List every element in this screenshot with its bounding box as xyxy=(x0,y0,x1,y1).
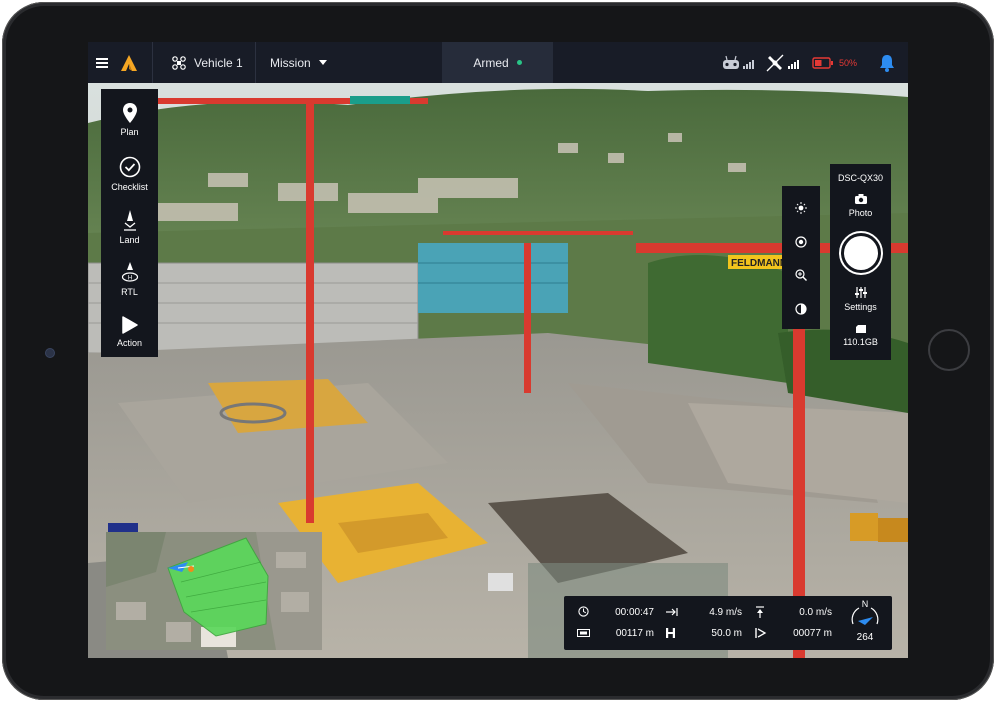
plan-label: Plan xyxy=(120,127,139,137)
land-button[interactable]: Land xyxy=(101,209,158,245)
battery-percent: 50% xyxy=(839,57,858,68)
plan-button[interactable]: Plan xyxy=(101,103,158,137)
camera-model: DSC-QX30 xyxy=(837,173,883,183)
gimbal-icon xyxy=(795,236,807,248)
menu-icon[interactable] xyxy=(96,42,108,83)
distance: 00117 m xyxy=(615,628,654,639)
rc-signal[interactable] xyxy=(722,42,756,83)
mini-map[interactable] xyxy=(106,532,322,650)
clock-icon xyxy=(578,606,589,617)
separator xyxy=(152,42,153,83)
rtl-label: RTL xyxy=(121,287,138,297)
rtl-button[interactable]: H RTL xyxy=(101,261,158,297)
sliders-icon xyxy=(854,287,867,298)
vertical-speed-icon xyxy=(756,606,764,618)
gps-signal[interactable] xyxy=(766,42,802,83)
vehicle-selector[interactable]: Vehicle 1 xyxy=(172,42,243,83)
camera-tools-strip xyxy=(782,186,820,329)
svg-text:FELDMANN: FELDMANN xyxy=(731,258,787,269)
home-button[interactable] xyxy=(928,329,970,371)
settings-label: Settings xyxy=(844,302,877,312)
battery-status[interactable]: 50% xyxy=(812,42,857,83)
heading-value: 264 xyxy=(856,632,874,643)
bell-icon xyxy=(880,54,894,72)
compass-north-label: N xyxy=(861,599,869,609)
satellite-icon xyxy=(766,54,799,71)
app-logo xyxy=(120,42,138,83)
vehicle-label: Vehicle 1 xyxy=(194,55,243,70)
camera-settings-button[interactable]: Settings xyxy=(830,287,891,312)
home-point-icon xyxy=(188,566,194,572)
storage-label: 110.1GB xyxy=(843,337,878,347)
total-distance: 00077 m xyxy=(793,628,832,639)
front-camera xyxy=(45,348,55,358)
view-switch-icon xyxy=(795,303,807,315)
armed-indicator-dot xyxy=(516,60,522,65)
play-icon xyxy=(121,316,138,334)
notifications-button[interactable] xyxy=(879,42,895,83)
view-switch-button[interactable] xyxy=(795,302,807,320)
left-action-panel: Plan Checklist Land H RTL Action xyxy=(101,89,158,357)
brightness-button[interactable] xyxy=(795,201,807,219)
height-icon xyxy=(666,628,675,638)
drone-icon xyxy=(172,55,186,70)
top-bar: Vehicle 1 Mission Armed 50% xyxy=(88,42,908,83)
zoom-in-icon xyxy=(795,269,807,281)
photo-label: Photo xyxy=(848,208,873,218)
svg-text:H: H xyxy=(127,276,131,282)
chevron-down-icon xyxy=(318,60,327,65)
action-label: Action xyxy=(116,338,142,348)
map-pin-icon xyxy=(122,103,137,123)
land-icon xyxy=(123,210,136,231)
shutter-button[interactable] xyxy=(839,231,883,275)
mission-label: Mission xyxy=(270,55,311,70)
telemetry-panel: 00:00:47 4.9 m/s 0.0 m/s 00117 m 50.0 m … xyxy=(564,596,892,650)
sun-icon xyxy=(795,202,807,214)
photo-mode-button[interactable]: Photo xyxy=(830,194,891,218)
app-screen: FELDMANN Vehicle 1 Mission Armed 50% Pla… xyxy=(88,42,908,658)
separator xyxy=(255,42,256,83)
checklist-button[interactable]: Checklist xyxy=(101,156,158,192)
land-label: Land xyxy=(119,235,140,245)
armed-status[interactable]: Armed xyxy=(442,42,553,83)
checklist-label: Checklist xyxy=(111,182,148,192)
flight-time: 00:00:47 xyxy=(615,607,654,618)
height: 50.0 m xyxy=(711,628,742,639)
gimbal-button[interactable] xyxy=(795,235,807,253)
shutter-inner xyxy=(844,236,878,270)
vertical-speed: 0.0 m/s xyxy=(799,607,832,618)
sd-card-icon xyxy=(855,325,866,333)
storage-indicator: 110.1GB xyxy=(830,325,891,347)
return-to-launch-icon: H xyxy=(121,262,138,282)
satellite-map xyxy=(106,532,322,650)
zoom-button[interactable] xyxy=(795,268,807,286)
total-distance-icon xyxy=(755,628,767,638)
action-button[interactable]: Action xyxy=(101,316,158,348)
remote-controller-icon xyxy=(723,55,754,69)
horizontal-speed: 4.9 m/s xyxy=(709,607,742,618)
camera-control-panel: DSC-QX30 Photo Settings 110.1GB xyxy=(830,164,891,360)
distance-icon xyxy=(577,629,590,637)
check-circle-icon xyxy=(119,156,140,178)
mission-menu[interactable]: Mission xyxy=(270,42,327,83)
horizontal-speed-icon xyxy=(666,608,678,616)
battery-icon xyxy=(812,56,833,69)
armed-label: Armed xyxy=(473,55,509,70)
camera-icon xyxy=(854,194,867,204)
compass[interactable]: N 264 xyxy=(847,599,883,646)
